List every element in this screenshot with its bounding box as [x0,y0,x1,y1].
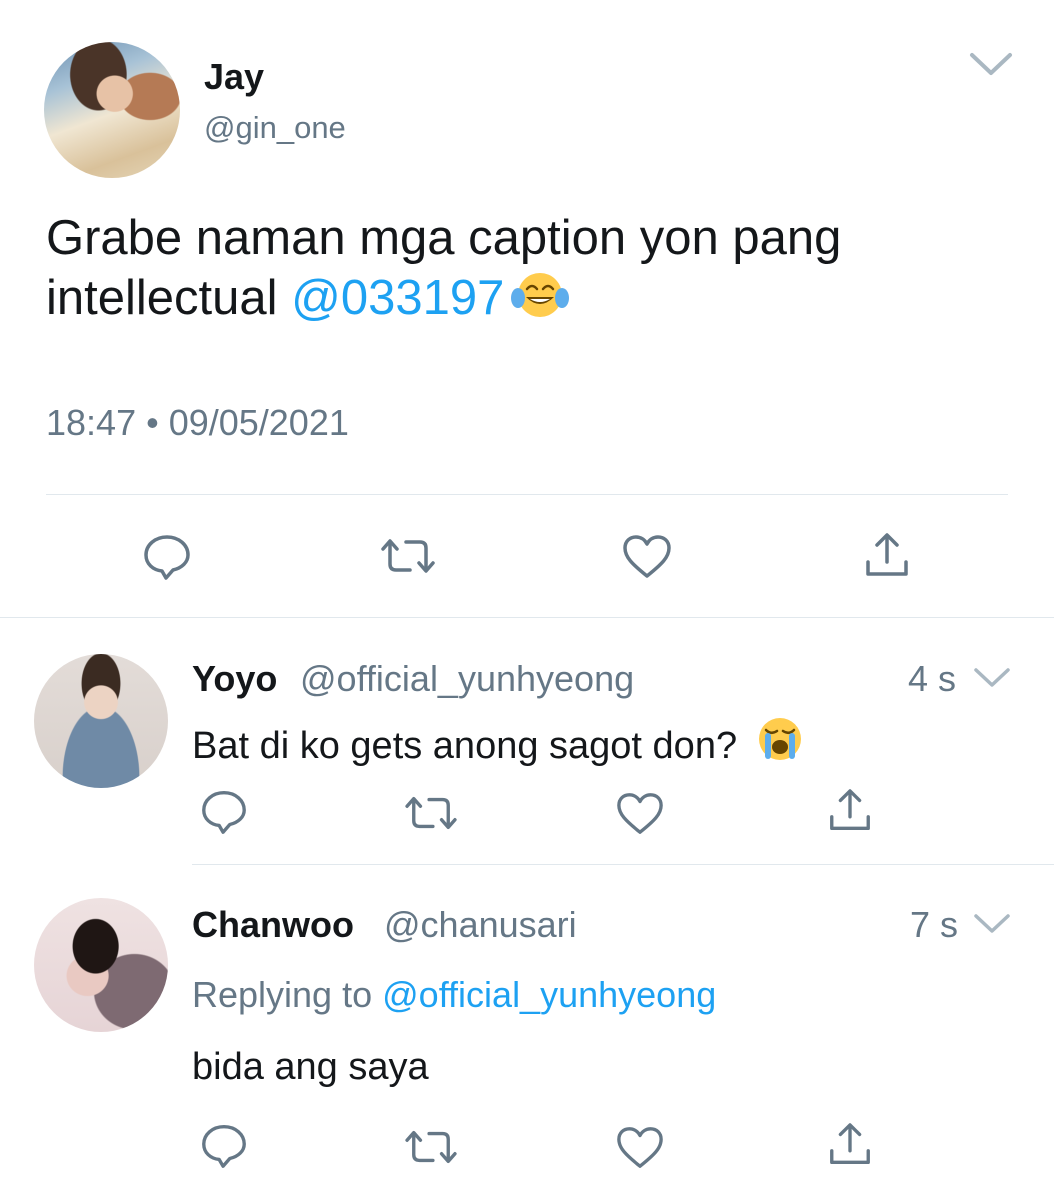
author-handle[interactable]: @gin_one [204,110,346,146]
like-icon[interactable] [614,790,666,838]
chevron-down-icon[interactable] [968,50,1014,78]
reply-time[interactable]: 4 s [908,658,956,700]
reply-body: Bat di ko gets anong sagot don? [192,725,738,767]
reply-avatar[interactable] [34,898,168,1032]
tweet-text: Grabe naman mga caption yon pang intelle… [46,208,1006,334]
tears-of-joy-emoji-icon [510,268,570,334]
share-icon[interactable] [826,1120,874,1172]
reply-text: Bat di ko gets anong sagot don? [192,714,806,774]
chevron-down-icon[interactable] [972,912,1012,936]
tweet-timestamp[interactable]: 18:47 • 09/05/2021 [46,402,349,444]
replying-to-link[interactable]: @official_yunhyeong [382,974,716,1015]
divider [46,494,1008,495]
like-icon[interactable] [614,1124,666,1172]
reply-author-name[interactable]: Chanwoo [192,904,354,946]
author-name[interactable]: Jay [204,56,264,98]
retweet-icon[interactable] [404,790,458,836]
reply-icon[interactable] [140,530,194,584]
share-icon[interactable] [862,530,912,584]
reply-icon[interactable] [198,786,250,838]
mention-link[interactable]: @033197 [291,271,504,325]
share-icon[interactable] [826,786,874,838]
reply-body: bida ang saya [192,1046,429,1088]
divider [0,617,1054,618]
reply-time[interactable]: 7 s [910,904,958,946]
chevron-down-icon[interactable] [972,666,1012,690]
like-icon[interactable] [620,532,674,582]
retweet-icon[interactable] [380,532,436,580]
loudly-crying-face-emoji-icon [754,714,806,774]
tweet-thread: Jay @gin_one Grabe naman mga caption yon… [0,0,1054,1200]
reply-author-handle[interactable]: @chanusari [384,904,577,946]
reply-author-handle[interactable]: @official_yunhyeong [300,658,634,700]
author-avatar[interactable] [44,42,180,178]
reply-icon[interactable] [198,1120,250,1172]
replying-to: Replying to @official_yunhyeong [192,974,716,1016]
reply-author-name[interactable]: Yoyo [192,658,277,700]
reply-avatar[interactable] [34,654,168,788]
divider [192,864,1054,865]
retweet-icon[interactable] [404,1124,458,1170]
replying-to-label: Replying to [192,974,373,1015]
